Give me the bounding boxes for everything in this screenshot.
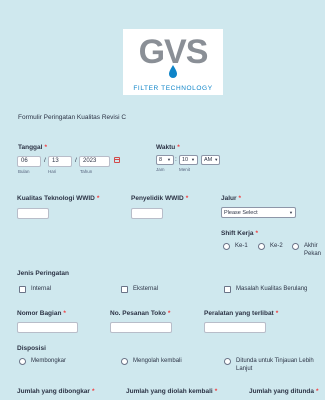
penyelidik-label: Penyelidik WWID *	[131, 195, 189, 202]
disposisi-radio-mengolah[interactable]	[121, 358, 128, 365]
time-separator: :	[175, 156, 177, 163]
jalur-label: Jalur *	[221, 195, 242, 202]
shift-label: Shift Kerja *	[221, 230, 259, 237]
svg-text:FILTER TECHNOLOGY: FILTER TECHNOLOGY	[133, 85, 212, 92]
tanggal-label: Tanggal *	[18, 144, 47, 151]
shift-radio-3[interactable]	[292, 243, 299, 250]
date-separator: /	[44, 157, 46, 164]
kualitas-label: Kualitas Teknologi WWID *	[17, 195, 100, 202]
jenis-option-label: Masalah Kualitas Berulang	[236, 286, 308, 292]
date-separator: /	[75, 157, 77, 164]
disposisi-option-label: Membongkar	[31, 358, 67, 364]
hour-sublabel: Jam	[156, 167, 165, 172]
disposisi-option-label: Mengolah kembali	[133, 358, 182, 364]
jenis-checkbox-internal[interactable]	[19, 286, 26, 293]
date-year-sublabel: Tahun	[80, 169, 93, 174]
date-month-sublabel: Hari	[48, 169, 57, 174]
shift-option-label: Ke-2	[270, 243, 283, 249]
jenis-option-label: Eksternal	[133, 286, 159, 292]
ampm-value: AM	[204, 157, 213, 163]
jalur-value: Please Select	[224, 209, 258, 216]
jumlah-ditunda-label: Jumlah yang ditunda *	[249, 388, 319, 395]
nomor-bagian-label: Nomor Bagian *	[17, 310, 66, 317]
jumlah-diolah-label: Jumlah yang diolah kembali *	[126, 388, 218, 395]
shift-option-label-continued: Pekan	[304, 251, 322, 257]
minute-select[interactable]: 10 ▼	[179, 155, 198, 165]
no-pesanan-input[interactable]	[110, 322, 172, 333]
calendar-icon[interactable]	[114, 157, 120, 163]
disposisi-radio-membongkar[interactable]	[19, 358, 26, 365]
shift-radio-1[interactable]	[223, 243, 230, 250]
nomor-bagian-input[interactable]	[17, 322, 78, 333]
no-pesanan-label: No. Pesanan Toko *	[110, 310, 171, 317]
company-logo: GVS FILTER TECHNOLOGY	[123, 29, 223, 95]
jenis-checkbox-eksternal[interactable]	[121, 286, 128, 293]
disposisi-option-label-continued: Lanjut	[236, 366, 253, 372]
hour-select[interactable]: 8 ▼	[156, 155, 174, 165]
chevron-down-icon: ▼	[289, 209, 293, 215]
ampm-select[interactable]: AM ▼	[201, 155, 220, 165]
disposisi-label: Disposisi	[17, 345, 46, 352]
jenis-checkbox-berulang[interactable]	[224, 286, 231, 293]
jalur-select[interactable]: Please Select ▼	[221, 207, 296, 218]
chevron-down-icon: ▼	[191, 157, 195, 162]
date-month-input[interactable]: 13	[48, 156, 72, 167]
penyelidik-input[interactable]	[131, 208, 163, 219]
kualitas-input[interactable]	[17, 208, 49, 219]
disposisi-option-label: Ditunda untuk Tinjauan Lebih	[236, 358, 314, 364]
disposisi-radio-ditunda[interactable]	[224, 358, 231, 365]
shift-radio-2[interactable]	[258, 243, 265, 250]
hour-value: 8	[159, 157, 163, 163]
chevron-down-icon: ▼	[167, 157, 171, 162]
peralatan-label: Peralatan yang terlibat *	[204, 310, 279, 317]
jenis-label: Jenis Peringatan	[17, 270, 70, 277]
minute-value: 10	[182, 157, 189, 163]
waktu-label: Waktu *	[156, 144, 180, 151]
form-title: Formulir Peringatan Kualitas Revisi C	[18, 114, 127, 121]
chevron-down-icon: ▼	[214, 157, 219, 162]
shift-option-label: Akhir	[304, 243, 318, 249]
minute-sublabel: Menit	[179, 167, 191, 172]
shift-option-label: Ke-1	[235, 243, 248, 249]
date-day-input[interactable]: 06	[17, 156, 41, 167]
peralatan-input[interactable]	[204, 322, 266, 333]
jenis-option-label: Internal	[31, 286, 52, 292]
date-day-sublabel: Bulan	[18, 169, 30, 174]
date-year-input[interactable]: 2023	[79, 156, 110, 167]
jumlah-dibongkar-label: Jumlah yang dibongkar *	[17, 388, 95, 395]
